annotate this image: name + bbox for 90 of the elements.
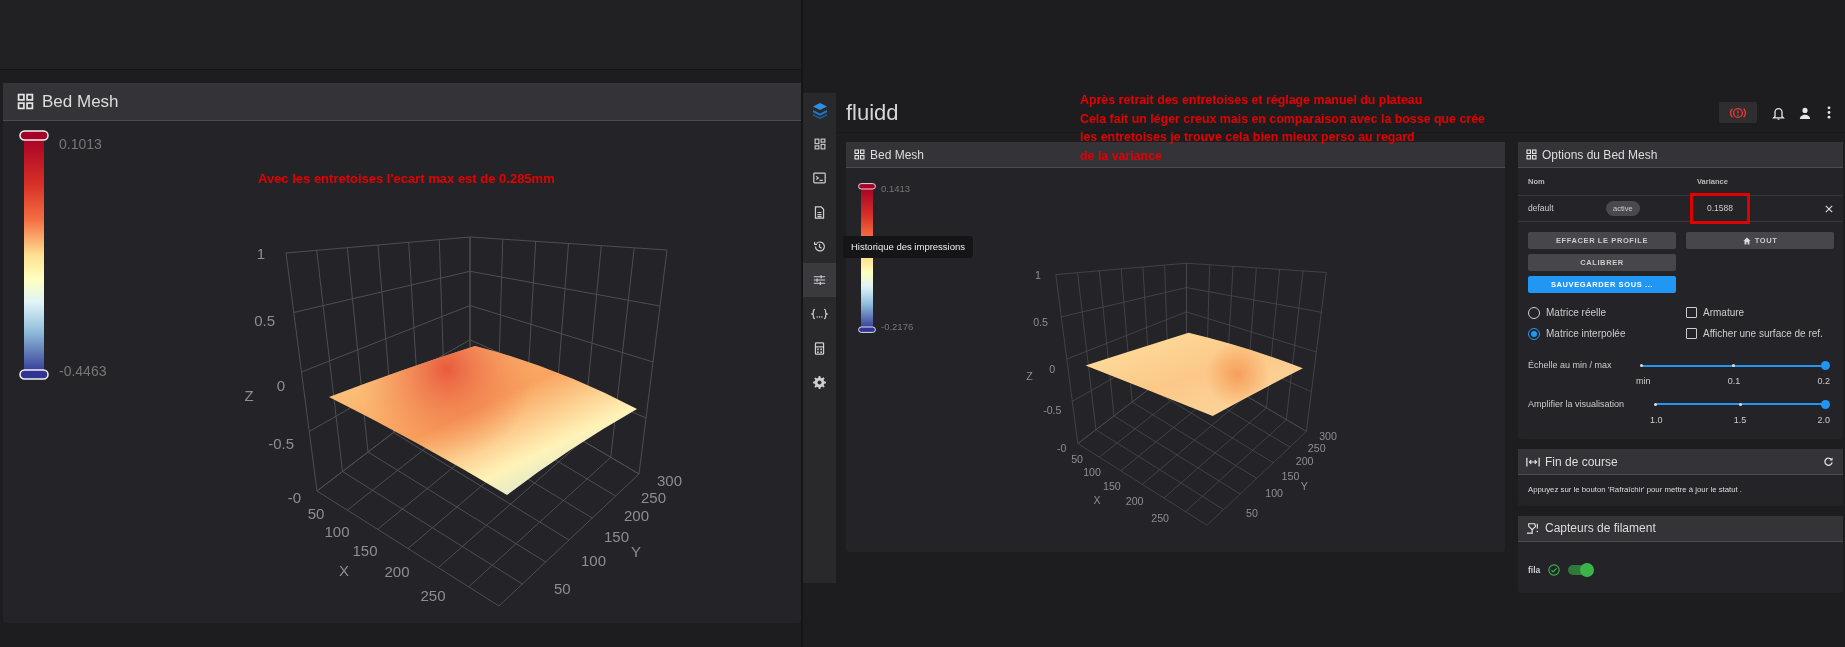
legend-min-value: -0.4463 <box>59 362 107 381</box>
checkbox-option[interactable]: Afficher une surface de ref. <box>1686 326 1833 341</box>
x-axis-tick-label: 150 <box>352 542 378 559</box>
slider-label: Échelle au min / max <box>1528 359 1613 372</box>
panel-title: Capteurs de filament <box>1545 520 1656 538</box>
sensor-name: fila <box>1528 563 1541 577</box>
z-axis-tick-label: -0.5 <box>268 435 295 452</box>
x-axis-tick-label: 150 <box>1103 479 1121 492</box>
checkbox-option[interactable]: Armature <box>1686 305 1833 320</box>
slider-tick-label: 2.0 <box>1817 413 1830 427</box>
y-axis-tick-label: 150 <box>604 528 630 545</box>
radio-option[interactable]: Matrice réelle <box>1528 305 1686 320</box>
history-icon[interactable] <box>813 239 826 253</box>
braces-icon[interactable] <box>811 308 828 320</box>
slider-tick-label: 0.1 <box>1727 375 1741 388</box>
panel-title: Options du Bed Mesh <box>1542 146 1658 164</box>
y-axis-tick-label: 250 <box>1308 442 1326 455</box>
z-axis-label: Z <box>244 387 255 404</box>
y-axis-tick-label: 100 <box>581 552 607 569</box>
y-axis-tick-label: 50 <box>1246 506 1259 519</box>
close-icon[interactable] <box>1825 204 1833 213</box>
grid-icon <box>17 93 34 110</box>
notification-bell-icon[interactable] <box>1772 105 1785 120</box>
document-icon[interactable] <box>814 205 825 219</box>
y-axis-tick-label: 100 <box>1265 486 1284 499</box>
sidebar-item[interactable] <box>803 263 836 297</box>
y-axis-tick-label: 50 <box>554 580 572 597</box>
x-axis-tick-label: 200 <box>1125 494 1144 507</box>
z-axis-tick-label: 1 <box>257 245 266 262</box>
y-axis-tick-label: 300 <box>657 472 683 489</box>
y-axis-tick-label: 150 <box>1281 469 1300 482</box>
y-axis-tick-label: 200 <box>624 507 650 524</box>
layers-logo-icon <box>811 101 828 119</box>
calculator-icon[interactable] <box>814 341 825 355</box>
z-axis-tick-label: 0 <box>1049 362 1056 375</box>
alert-button[interactable] <box>1719 102 1757 123</box>
sliders-icon[interactable] <box>813 274 826 286</box>
y-axis-tick-label: 250 <box>641 489 667 506</box>
slider-label: Amplifier la visualisation <box>1528 397 1626 411</box>
z-axis-tick-label: 1 <box>1035 268 1042 281</box>
legend-max-value: 0.1413 <box>881 182 912 196</box>
alert-icon <box>1729 105 1747 120</box>
variance-value: 0.1588 <box>1690 193 1750 224</box>
z-axis-tick-label: 0 <box>277 377 286 394</box>
filament-sensor-icon <box>1526 522 1540 535</box>
profile-name: default <box>1528 202 1555 215</box>
toggle-switch[interactable] <box>1568 565 1593 576</box>
x-axis-tick-label: 100 <box>1083 466 1102 479</box>
slider-tick-label: 1.5 <box>1733 413 1747 427</box>
y-axis-tick-label: 300 <box>1319 430 1338 442</box>
x-axis-tick-label: 100 <box>324 523 350 540</box>
card-title: Bed Mesh <box>42 90 119 113</box>
grid-icon <box>1526 149 1537 160</box>
home-icon <box>1742 236 1751 245</box>
slider-tick-label: 0.2 <box>1817 375 1830 388</box>
annotation-text: Après retrait des entretoises et réglage manuel du plateau Cela fait un léger creux mais en comparaison avec la bosse que crée les entretoises je trouve cela bien mieux perso au regard de la variance <box>1080 92 1485 165</box>
dashboard-icon[interactable] <box>813 138 826 150</box>
z-axis-label: Z <box>1026 369 1033 382</box>
annotation-text: Avec les entretoises l'ecart max est de 0.285mm <box>258 170 555 188</box>
x-axis-label: X <box>1093 493 1101 506</box>
y-axis-tick-label: 200 <box>1296 454 1314 467</box>
legend-max-value: 0.1013 <box>59 135 103 154</box>
panel-title: Fin de course <box>1545 453 1619 471</box>
z-axis-tick-label: -0 <box>288 489 302 506</box>
z-axis-tick-label: -0.5 <box>1043 403 1062 416</box>
endstop-icon <box>1526 456 1540 467</box>
slider-tick-label: 1.0 <box>1650 413 1663 427</box>
z-axis-tick-label: -0 <box>1057 442 1067 455</box>
terminal-icon[interactable] <box>813 172 826 184</box>
z-axis-tick-label: 0.5 <box>254 312 276 329</box>
x-axis-tick-label: 200 <box>384 563 410 580</box>
x-axis-tick-label: 250 <box>1151 511 1170 524</box>
x-axis-tick-label: 250 <box>420 587 446 604</box>
radio-option[interactable]: Matrice interpolée <box>1528 326 1686 341</box>
grid-icon <box>854 149 865 160</box>
account-icon[interactable] <box>1799 106 1811 119</box>
x-axis-tick-label: 50 <box>308 505 325 522</box>
app-title: fluidd <box>846 99 899 127</box>
slider-tick-label: min <box>1636 375 1651 388</box>
legend-min-value: -0.2176 <box>881 319 914 334</box>
z-axis-tick-label: 0.5 <box>1033 316 1049 329</box>
x-axis-tick-label: 50 <box>1071 453 1084 466</box>
menu-icon[interactable] <box>1827 106 1831 119</box>
tooltip: Historique des impressions <box>843 236 974 259</box>
settings-icon[interactable] <box>813 375 826 389</box>
refresh-icon[interactable] <box>1824 457 1833 466</box>
y-axis-label: Y <box>631 543 642 560</box>
y-axis-label: Y <box>1300 480 1309 493</box>
card-title: Bed Mesh <box>870 146 925 164</box>
x-axis-label: X <box>339 562 350 579</box>
